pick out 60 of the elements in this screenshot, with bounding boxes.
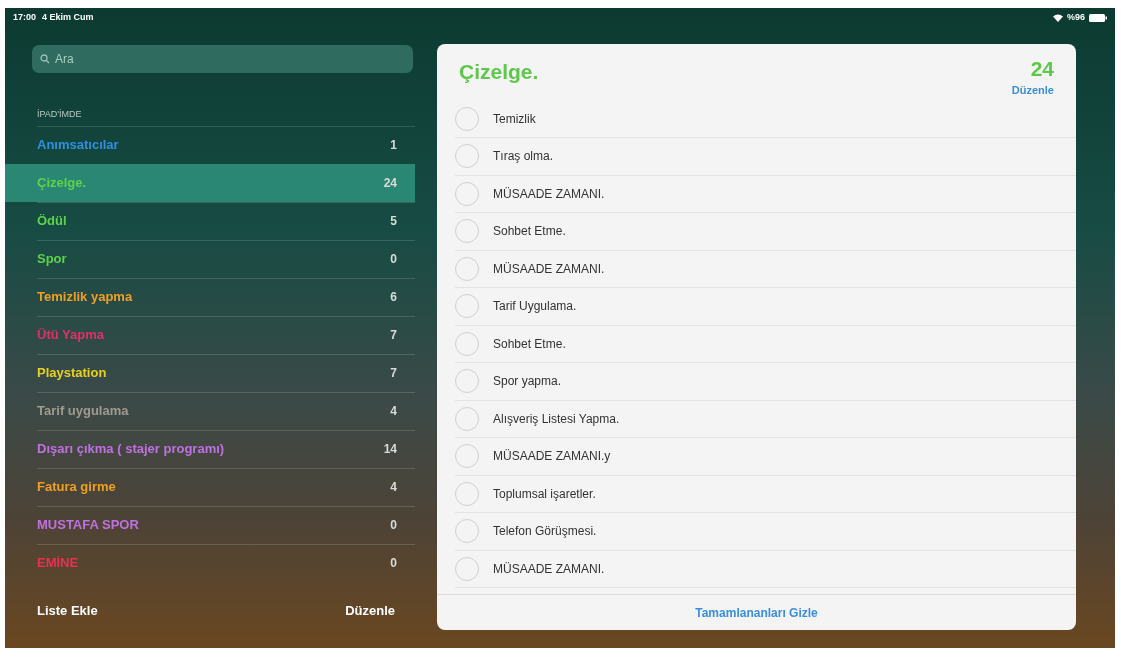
list-count: 6 bbox=[390, 289, 397, 306]
list-count: 7 bbox=[390, 327, 397, 344]
wifi-icon bbox=[1053, 14, 1063, 22]
section-title: İPAD'İMDE bbox=[37, 108, 82, 121]
item-count: 24 bbox=[1030, 56, 1054, 82]
list-count: 0 bbox=[390, 517, 397, 534]
list-count: 0 bbox=[390, 251, 397, 268]
search-icon bbox=[40, 54, 50, 64]
reminder-text: Telefon Görüşmesi. bbox=[493, 523, 597, 541]
list-item[interactable]: Anımsatıcılar 1 bbox=[37, 125, 415, 164]
reminder-text: Sohbet Etme. bbox=[493, 223, 566, 241]
reminder-text: Alışveriş Listesi Yapma. bbox=[493, 410, 620, 428]
reminder-text: MÜSAADE ZAMANI.y bbox=[493, 448, 611, 466]
list-count: 4 bbox=[390, 479, 397, 496]
list-count: 24 bbox=[383, 174, 397, 192]
list-name: Fatura girme bbox=[37, 478, 116, 497]
list-count: 0 bbox=[390, 555, 397, 572]
reminder-text: Toplumsal işaretler. bbox=[493, 485, 596, 503]
list-name: Çizelge. bbox=[37, 173, 87, 192]
list-title: Çizelge. bbox=[459, 59, 539, 85]
reminder-text: MÜSAADE ZAMANI. bbox=[493, 185, 605, 203]
list-name: Anımsatıcılar bbox=[37, 136, 119, 155]
list-item[interactable]: EMİNE 0 bbox=[37, 543, 415, 582]
reminder-text: Tarif Uygulama. bbox=[493, 298, 577, 316]
reminder-text: MÜSAADE ZAMANI. bbox=[493, 260, 605, 278]
list-name: Playstation bbox=[37, 364, 107, 383]
search-field[interactable]: Ara bbox=[32, 45, 413, 73]
battery-percent: %96 bbox=[1067, 11, 1085, 25]
list-count: 5 bbox=[390, 213, 397, 230]
list-name: Spor bbox=[37, 250, 67, 269]
list-item[interactable]: Dışarı çıkma ( stajer programı) 14 bbox=[37, 429, 415, 468]
list-item[interactable]: Fatura girme 4 bbox=[37, 467, 415, 506]
battery-icon bbox=[1089, 14, 1107, 22]
status-time: 17:00 bbox=[13, 11, 37, 25]
reminder-text: Temizlik bbox=[493, 110, 536, 128]
reminder-text: MÜSAADE ZAMANI. bbox=[493, 560, 605, 578]
list-item[interactable]: Tarif uygulama 4 bbox=[37, 391, 415, 430]
list-name: Dışarı çıkma ( stajer programı) bbox=[37, 440, 225, 459]
list-count: 4 bbox=[390, 403, 397, 420]
list-name: Tarif uygulama bbox=[37, 402, 129, 421]
list-item[interactable]: Spor 0 bbox=[37, 239, 415, 278]
list-name: Ütü Yapma bbox=[37, 326, 104, 345]
list-item[interactable]: Ütü Yapma 7 bbox=[37, 315, 415, 354]
list-count: 14 bbox=[383, 441, 397, 458]
list-item[interactable]: Temizlik yapma 6 bbox=[37, 277, 415, 316]
list-item[interactable]: Playstation 7 bbox=[37, 353, 415, 392]
status-date: 4 Ekim Cum bbox=[42, 11, 94, 25]
list-name: Temizlik yapma bbox=[37, 288, 133, 307]
list-count: 1 bbox=[390, 137, 397, 154]
list-name: EMİNE bbox=[37, 554, 79, 573]
list-name: Ödül bbox=[37, 212, 67, 231]
list-count: 7 bbox=[390, 365, 397, 382]
reminder-text: Sohbet Etme. bbox=[493, 335, 566, 353]
list-item[interactable]: Ödül 5 bbox=[37, 201, 415, 240]
list-name: MUSTAFA SPOR bbox=[37, 516, 139, 535]
list-item[interactable]: MUSTAFA SPOR 0 bbox=[37, 505, 415, 544]
reminder-text: Tıraş olma. bbox=[493, 148, 553, 166]
edit-button[interactable]: Düzenle bbox=[345, 600, 395, 620]
add-list-button[interactable]: Liste Ekle bbox=[37, 600, 98, 620]
reminder-text: Spor yapma. bbox=[493, 373, 562, 391]
